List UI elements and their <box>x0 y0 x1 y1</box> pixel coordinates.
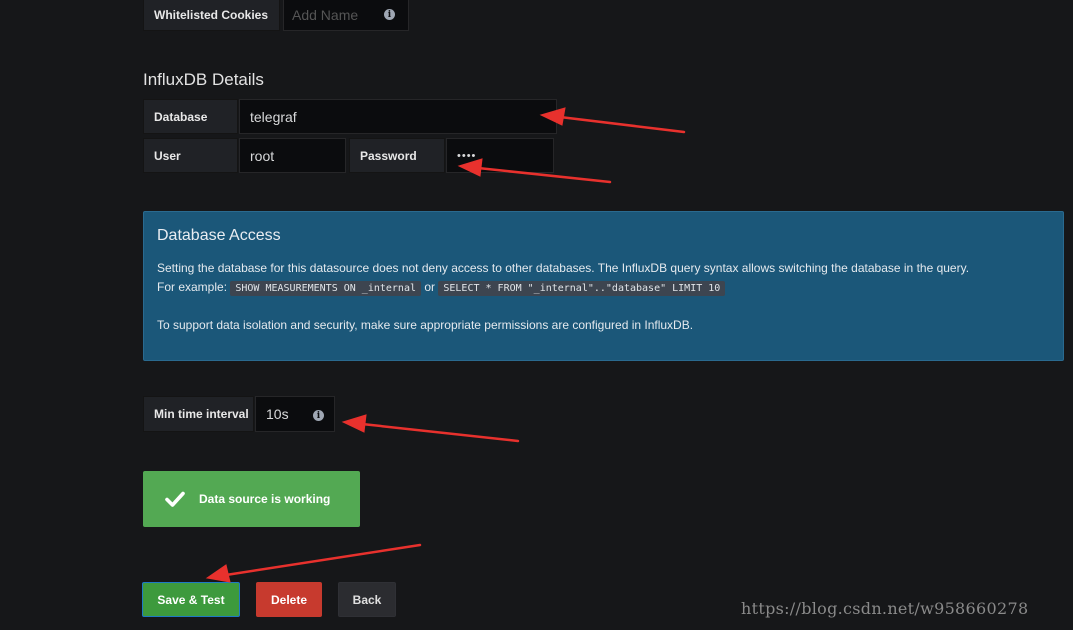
arrow-database <box>558 115 686 134</box>
arrow-save <box>224 543 422 577</box>
arrow-interval-head <box>341 414 367 433</box>
arrow-interval <box>360 422 520 443</box>
arrow-password-head <box>457 158 483 177</box>
arrow-password <box>476 166 612 184</box>
annotation-arrows <box>205 107 686 583</box>
arrow-save-head <box>205 564 231 583</box>
arrow-database-head <box>539 107 566 126</box>
